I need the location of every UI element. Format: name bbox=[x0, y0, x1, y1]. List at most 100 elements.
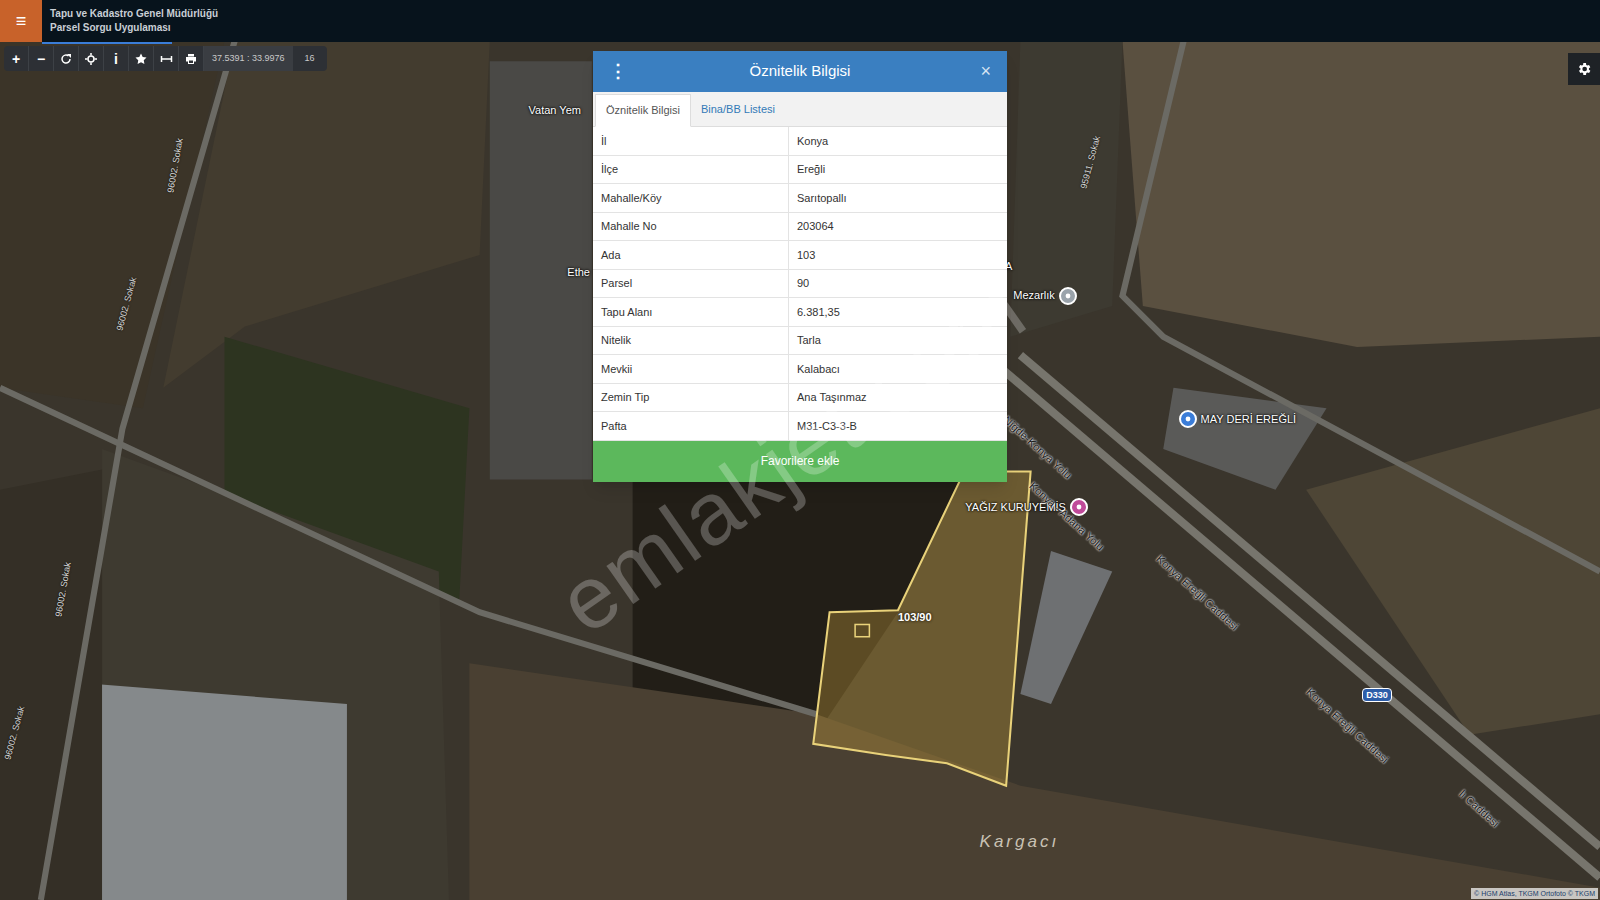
attribute-row: Mahalle/KöySarıtopallı bbox=[593, 184, 1007, 213]
map-label-text: Mezarlık bbox=[1013, 287, 1055, 304]
toolbar-glyph[interactable]: + bbox=[12, 52, 20, 66]
zoom-level: 16 bbox=[293, 46, 327, 71]
coordinates-display: 37.5391 : 33.9976 bbox=[204, 46, 293, 71]
map-label: 96002. Sokak bbox=[2, 705, 29, 762]
map-label: Kargacı bbox=[980, 829, 1060, 855]
attribute-row: İlçeEreğli bbox=[593, 156, 1007, 185]
attribute-value: Ereğli bbox=[789, 156, 1007, 184]
map-label: 96002. Sokak bbox=[165, 137, 188, 194]
print-icon[interactable] bbox=[185, 53, 197, 65]
attribute-row: Ada103 bbox=[593, 241, 1007, 270]
attribute-label: Mevkii bbox=[593, 355, 789, 383]
popup-tab[interactable]: Bina/BB Listesi bbox=[691, 93, 785, 126]
favorite-button[interactable]: Favorilere ekle bbox=[593, 441, 1007, 482]
map-label-text: lı Caddesi bbox=[1456, 786, 1503, 831]
map-label: Ethe bbox=[567, 264, 590, 281]
map-label-text: Ethe bbox=[567, 264, 590, 281]
menu-button[interactable]: ≡ bbox=[0, 0, 42, 42]
attribute-row: Tapu Alanı6.381,35 bbox=[593, 298, 1007, 327]
map-label-text: 95911. Sokak bbox=[1077, 134, 1104, 190]
map-label-text: Konya Ereğli Caddesi bbox=[1303, 684, 1393, 767]
popup-menu-icon[interactable]: ⋮ bbox=[609, 58, 629, 85]
attribute-value: Kalabacı bbox=[789, 355, 1007, 383]
attribute-label: Ada bbox=[593, 241, 789, 269]
map-label-text: MAY DERİ EREĞLİ bbox=[1201, 411, 1297, 428]
map-label: Konya - Adana Yolu bbox=[1025, 478, 1107, 555]
attribute-value: 6.381,35 bbox=[789, 298, 1007, 326]
toolbar-button[interactable]: − bbox=[29, 46, 54, 71]
attribute-row: Parsel90 bbox=[593, 270, 1007, 299]
attribute-label: Mahalle No bbox=[593, 213, 789, 241]
map-label-text: Konya Ereğli Caddesi bbox=[1153, 551, 1243, 634]
star-icon[interactable] bbox=[135, 53, 147, 65]
attribute-label: Nitelik bbox=[593, 327, 789, 355]
attribute-value: Tarla bbox=[789, 327, 1007, 355]
map-label: 96002. Sokak bbox=[114, 276, 141, 333]
map-label-text: 96002. Sokak bbox=[2, 705, 29, 762]
map-label-text: Vatan Yem bbox=[529, 102, 581, 119]
map-label: Mezarlık bbox=[1013, 287, 1077, 305]
attribute-row: NitelikTarla bbox=[593, 327, 1007, 356]
attribute-row: Zemin TipAna Taşınmaz bbox=[593, 384, 1007, 413]
attribute-table: İlKonyaİlçeEreğliMahalle/KöySarıtopallıM… bbox=[593, 127, 1007, 441]
map-label-text: 96002. Sokak bbox=[114, 276, 141, 333]
map-label: Konya Ereğli Caddesi bbox=[1303, 684, 1393, 767]
hamburger-icon[interactable]: ≡ bbox=[16, 12, 27, 30]
toolbar-glyph[interactable]: i bbox=[114, 52, 118, 66]
attribute-row: MevkiiKalabacı bbox=[593, 355, 1007, 384]
locate-icon[interactable] bbox=[85, 53, 97, 65]
gear-icon[interactable] bbox=[1576, 61, 1592, 77]
map-label: D330 bbox=[1362, 688, 1392, 702]
attribute-row: PaftaM31-C3-3-B bbox=[593, 412, 1007, 441]
watermark: emlakjet.com bbox=[531, 246, 1053, 667]
toolbar-button[interactable] bbox=[79, 46, 104, 71]
toolbar-button[interactable] bbox=[154, 46, 179, 71]
app-header: ≡ Tapu ve Kadastro Genel Müdürlüğü Parse… bbox=[0, 0, 1600, 42]
attribute-row: İlKonya bbox=[593, 127, 1007, 156]
poi-icon[interactable] bbox=[1179, 410, 1197, 428]
poi-icon[interactable] bbox=[1059, 287, 1077, 305]
map-label: Vatan Yem bbox=[529, 102, 581, 119]
map-label: lı Caddesi bbox=[1456, 786, 1503, 831]
toolbar-button[interactable] bbox=[179, 46, 204, 71]
parcel-label: 103/90 bbox=[898, 609, 932, 626]
map-label-text: 96002. Sokak bbox=[53, 562, 76, 619]
close-icon[interactable]: × bbox=[971, 58, 991, 85]
poi-icon[interactable] bbox=[1070, 498, 1088, 516]
popup-tab[interactable]: Öznitelik Bilgisi bbox=[595, 94, 691, 127]
map-label-text: Niğde-Konya Yolu bbox=[1000, 412, 1076, 483]
toolbar-button[interactable] bbox=[129, 46, 154, 71]
attribute-label: İlçe bbox=[593, 156, 789, 184]
attribute-value: 103 bbox=[789, 241, 1007, 269]
map-label: 95911. Sokak bbox=[1077, 134, 1104, 190]
map-toolbar: + − i 37.5391 : 33.997616 bbox=[4, 46, 327, 71]
map-label: 96002. Sokak bbox=[53, 562, 76, 619]
popup-tabs: Öznitelik BilgisiBina/BB Listesi bbox=[593, 92, 1007, 127]
attribute-value: 90 bbox=[789, 270, 1007, 298]
attribute-value: 203064 bbox=[789, 213, 1007, 241]
attribute-value: M31-C3-3-B bbox=[789, 412, 1007, 440]
attribute-value: Sarıtopallı bbox=[789, 184, 1007, 212]
map-label-text: D330 bbox=[1362, 688, 1392, 702]
map-label: YAĞIZ KURUYEMİŞ bbox=[965, 498, 1088, 516]
map-label-text: YAĞIZ KURUYEMİŞ bbox=[965, 499, 1066, 516]
refresh-icon[interactable] bbox=[60, 53, 72, 65]
attribute-label: Parsel bbox=[593, 270, 789, 298]
map-attribution: © HGM Atlas, TKGM Ortofoto © TKGM bbox=[1471, 888, 1598, 899]
measure-icon[interactable] bbox=[160, 53, 173, 65]
attribute-label: Zemin Tip bbox=[593, 384, 789, 412]
attribute-row: Mahalle No203064 bbox=[593, 213, 1007, 242]
app-title: Tapu ve Kadastro Genel Müdürlüğü Parsel … bbox=[42, 0, 218, 42]
attribute-popup: ⋮ Öznitelik Bilgisi × Öznitelik BilgisiB… bbox=[593, 51, 1007, 482]
toolbar-button[interactable]: + bbox=[4, 46, 29, 71]
settings-button[interactable] bbox=[1568, 53, 1600, 85]
popup-header: ⋮ Öznitelik Bilgisi × bbox=[593, 51, 1007, 92]
attribute-value: Konya bbox=[789, 127, 1007, 155]
attribute-label: Tapu Alanı bbox=[593, 298, 789, 326]
map-label-text: Kargacı bbox=[980, 829, 1060, 855]
toolbar-button[interactable] bbox=[54, 46, 79, 71]
map-label: Konya Ereğli Caddesi bbox=[1153, 551, 1243, 634]
toolbar-glyph[interactable]: − bbox=[37, 52, 45, 66]
toolbar-button[interactable]: i bbox=[104, 46, 129, 71]
map-label: Niğde-Konya Yolu bbox=[1000, 412, 1076, 483]
